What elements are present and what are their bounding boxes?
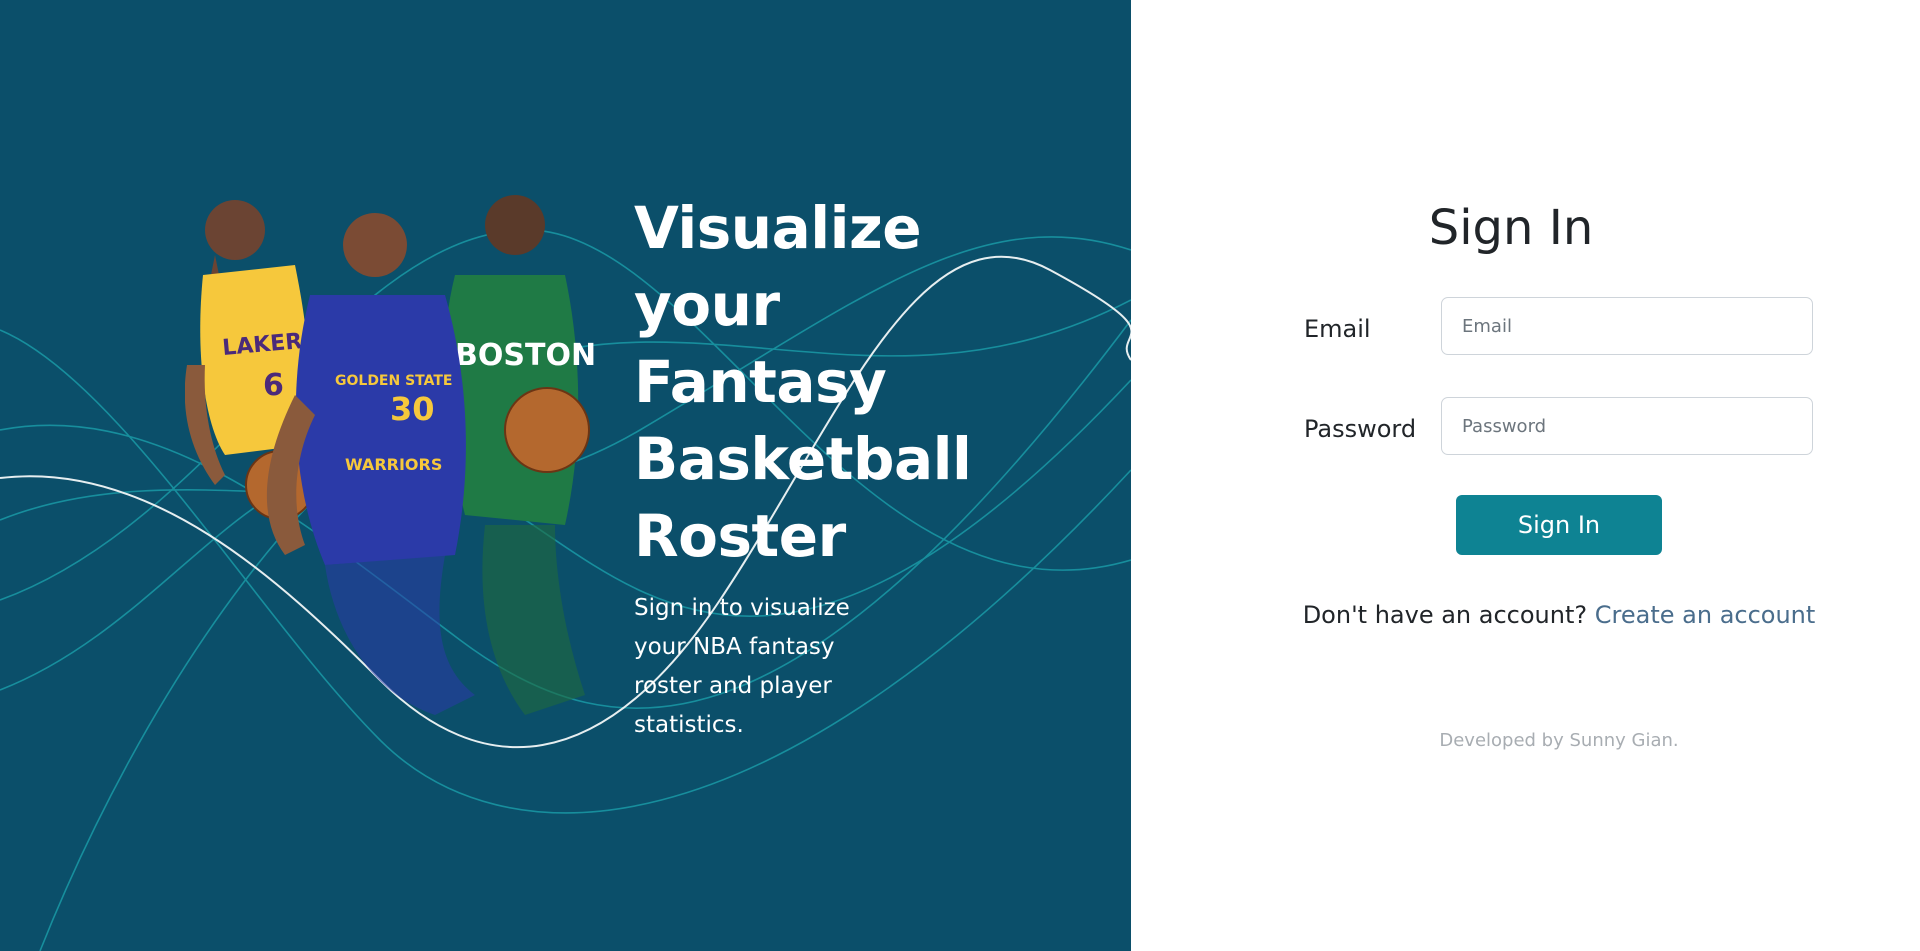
hero-title: Visualize your Fantasy Basketball Roster (634, 190, 972, 575)
player-boston: BOSTON (444, 195, 596, 715)
password-label: Password (1304, 415, 1417, 443)
hero-title-line: Basketball (634, 425, 972, 493)
hero-title-line: your (634, 271, 780, 339)
email-label: Email (1304, 315, 1371, 343)
password-input[interactable] (1441, 397, 1813, 455)
page: LAKERS 6 BOSTON GOLDEN STATE 30 WARRIORS (0, 0, 1920, 951)
hero-subtitle: Sign in to visualize your NBA fantasy ro… (634, 595, 850, 738)
svg-text:6: 6 (263, 368, 284, 403)
email-input[interactable] (1441, 297, 1813, 355)
svg-text:BOSTON: BOSTON (455, 338, 596, 373)
svg-text:WARRIORS: WARRIORS (345, 455, 442, 474)
hero-title-line: Visualize (634, 194, 922, 262)
signup-prompt-text: Don't have an account? (1302, 601, 1588, 629)
signin-button[interactable]: Sign In (1456, 495, 1662, 555)
create-account-link[interactable]: Create an account (1595, 601, 1816, 629)
signup-prompt-line: Don't have an account? Create an account (1131, 599, 1920, 631)
signin-title: Sign In (1428, 200, 1594, 256)
players-illustration: LAKERS 6 BOSTON GOLDEN STATE 30 WARRIORS (185, 195, 596, 715)
svg-text:GOLDEN STATE: GOLDEN STATE (335, 373, 453, 389)
hero-title-line: Roster (634, 502, 846, 570)
footer-credit: Developed by Sunny Gian. (1439, 730, 1679, 751)
hero-text: Visualize your Fantasy Basketball Roster… (634, 190, 972, 745)
hero-panel: LAKERS 6 BOSTON GOLDEN STATE 30 WARRIORS (0, 0, 1131, 951)
hero-title-line: Fantasy (634, 348, 887, 416)
signin-panel: Sign In Email Password Sign In Don't hav… (1131, 0, 1920, 951)
svg-text:30: 30 (390, 390, 435, 428)
